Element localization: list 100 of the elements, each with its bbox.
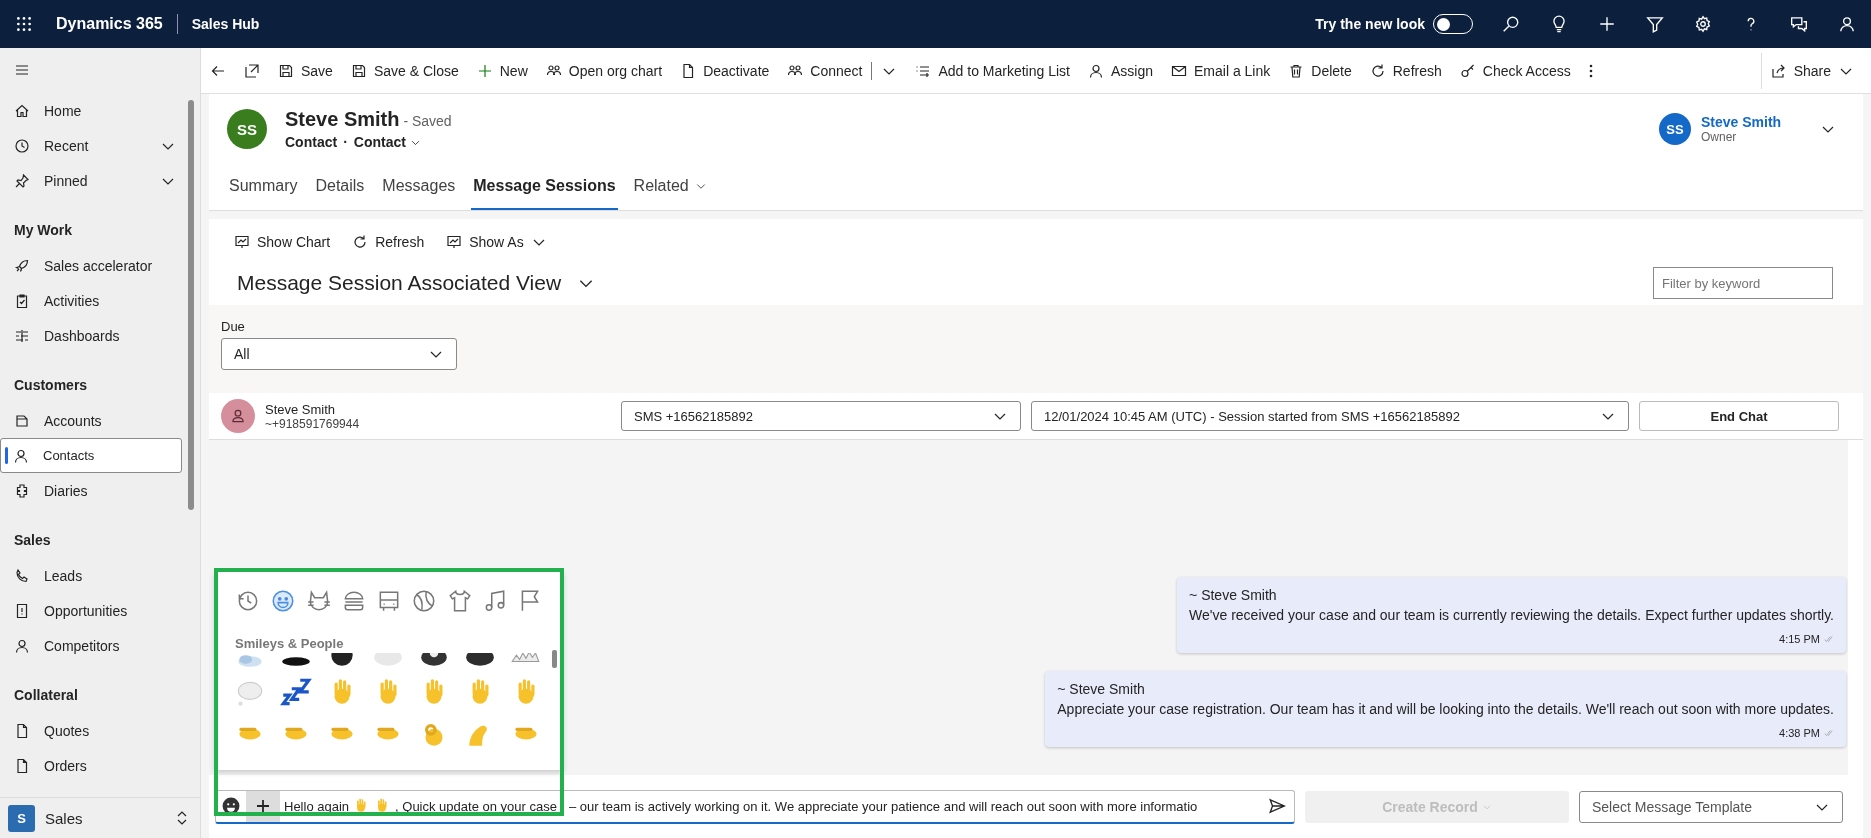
grid-command-button[interactable]: Show As <box>437 224 556 260</box>
nav-item[interactable]: Dashboards <box>0 318 182 354</box>
section-heading: My Work <box>13 221 74 241</box>
chart-icon <box>446 234 463 250</box>
person-icon <box>1838 15 1856 33</box>
end-chat-button[interactable]: End Chat <box>1639 401 1839 431</box>
nav-item[interactable]: Orders <box>0 748 182 784</box>
command-button[interactable]: Assign <box>1079 52 1162 89</box>
dashboard-icon <box>14 327 30 344</box>
template-dropdown[interactable]: Select Message Template <box>1579 790 1843 823</box>
document-icon <box>14 602 30 619</box>
person-icon <box>13 447 29 464</box>
read-receipt-icon <box>1824 728 1834 738</box>
more-icon <box>1588 63 1593 78</box>
document-icon <box>14 722 30 739</box>
smiley-icon <box>222 797 240 815</box>
command-button[interactable]: Delete <box>1279 52 1361 89</box>
popout-icon <box>244 62 260 79</box>
typed-text: , Quick update on your case <box>394 798 557 814</box>
share-button[interactable]: Share <box>1760 52 1863 89</box>
tab[interactable]: Details <box>313 164 367 210</box>
command-button[interactable]: Refresh <box>1360 52 1451 89</box>
plus-icon <box>255 798 271 814</box>
record-name: Steve Smith <box>285 108 400 130</box>
command-button[interactable]: New <box>467 52 537 89</box>
shirt-icon[interactable] <box>446 588 473 614</box>
scrollbar[interactable] <box>552 650 557 668</box>
command-button[interactable]: Check Access <box>1450 52 1580 89</box>
nav-item[interactable]: Recent <box>0 128 182 164</box>
form-selector[interactable]: Contact <box>353 134 421 150</box>
home-icon <box>14 102 30 119</box>
chat-icon <box>1790 15 1808 33</box>
refresh-icon <box>352 234 369 250</box>
nav-item[interactable]: Pinned <box>0 163 182 199</box>
channel-dropdown[interactable]: SMS +16562185892 <box>621 401 1021 431</box>
command-button[interactable]: Save <box>269 52 342 89</box>
save-status: - Saved <box>403 113 452 129</box>
nav-item[interactable]: Quotes <box>0 713 182 749</box>
view-selector[interactable]: Message Session Associated View <box>237 271 596 295</box>
record-avatar: SS <box>227 109 267 149</box>
rocket-icon <box>14 257 30 274</box>
area-name: Sales Hub <box>190 16 260 32</box>
plus-icon <box>1598 15 1616 33</box>
owner-label: Owner <box>1701 130 1738 144</box>
tab[interactable]: Related <box>631 164 709 210</box>
nav-item[interactable]: Accounts <box>0 403 182 439</box>
session-dropdown[interactable]: 12/01/2024 10:45 AM (UTC) - Session started from SMS +16562185892 <box>1031 401 1629 431</box>
scrollbar[interactable] <box>188 100 194 510</box>
grid-command-button[interactable]: Show Chart <box>225 224 340 260</box>
due-dropdown[interactable]: All <box>221 338 457 370</box>
nav-item[interactable]: Sales accelerator <box>0 248 182 284</box>
trash-icon <box>1288 62 1305 79</box>
area-switcher[interactable]: S Sales <box>0 797 200 838</box>
tab[interactable]: Message Sessions <box>471 164 618 210</box>
message-time: 4:15 PM <box>1779 633 1820 645</box>
plus-icon <box>476 62 493 79</box>
send-icon <box>1268 797 1286 815</box>
share-icon <box>1770 62 1787 79</box>
nav-item[interactable]: Contacts <box>0 438 182 474</box>
nav-item[interactable]: Competitors <box>0 628 182 664</box>
document-icon <box>14 757 30 774</box>
contact-phone: ~+918591769944 <box>265 416 361 431</box>
command-button[interactable]: Open org chart <box>536 52 672 89</box>
message-text: We've received your case and our team is currently reviewing the details. Expect further updates shortly. <box>1189 607 1834 623</box>
chart-icon <box>234 234 250 250</box>
command-button[interactable]: Add to Marketing List <box>906 52 1079 89</box>
filter-field[interactable]: Filter by keyword <box>1653 267 1833 299</box>
search-icon <box>1502 15 1520 33</box>
nav-item[interactable]: Diaries <box>0 473 182 509</box>
tab[interactable]: Messages <box>380 164 458 210</box>
separator: · <box>343 134 348 150</box>
message-time: 4:38 PM <box>1779 727 1820 739</box>
command-button[interactable]: Email a Link <box>1162 52 1280 89</box>
app-launcher-icon <box>15 15 33 33</box>
message-sender: ~ Steve Smith <box>1189 587 1277 603</box>
clock-icon <box>14 137 30 154</box>
section-heading: Customers <box>13 376 89 396</box>
nav-item[interactable]: Leads <box>0 558 182 594</box>
command-button[interactable]: Deactivate <box>671 52 779 89</box>
command-button[interactable]: Save & Close <box>341 52 468 89</box>
owner-link[interactable]: Steve Smith <box>1701 114 1801 130</box>
typed-text: – our team is actively working on it. We appreciate your patience and will reach out soon with more informatio <box>567 798 1198 814</box>
person-icon <box>1088 62 1104 79</box>
nav-item[interactable]: Opportunities <box>0 593 182 629</box>
phone-icon <box>14 567 30 584</box>
app-name: Dynamics 365 <box>48 14 178 34</box>
contact-avatar <box>221 399 255 433</box>
pin-icon <box>14 172 30 189</box>
section-heading: Collateral <box>13 686 79 706</box>
settings-icon <box>1694 15 1712 33</box>
grid-command-button[interactable]: Refresh <box>343 224 434 260</box>
lightbulb-icon <box>1550 15 1568 33</box>
nav-item[interactable]: Activities <box>0 283 182 319</box>
nav-item[interactable]: Home <box>0 93 182 129</box>
tab[interactable]: Summary <box>227 164 300 210</box>
entity-name: Contact <box>285 134 338 150</box>
new-look-label: Try the new look <box>1315 16 1425 32</box>
message-sender: ~ Steve Smith <box>1057 681 1145 697</box>
emoji-section-heading: Smileys & People <box>235 636 344 651</box>
command-button[interactable]: Connect <box>778 52 872 89</box>
